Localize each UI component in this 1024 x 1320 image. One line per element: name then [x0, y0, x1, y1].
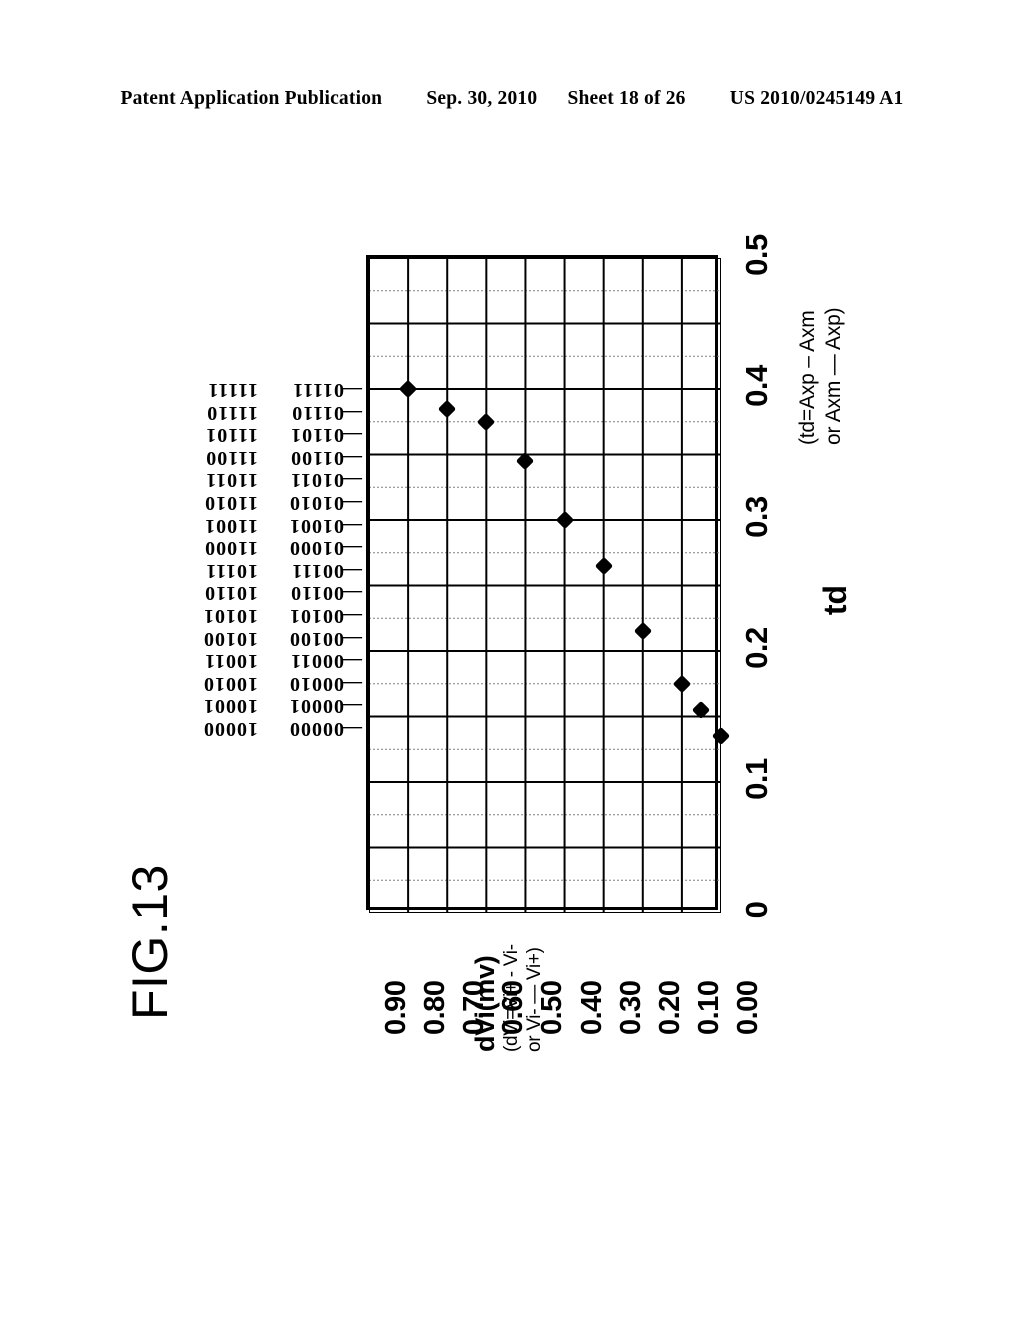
binary-code-a: 11001 — [204, 514, 258, 537]
x-axis-subtitle-line1: (td=Axp – Axm — [796, 310, 819, 445]
binary-code-b: 00100 — [289, 627, 344, 650]
binary-code-a: 10111 — [205, 559, 258, 582]
tick-dash: — — [341, 492, 362, 514]
binary-code-b: 01101 — [290, 424, 344, 447]
x-axis-tick-label: 0.2 — [739, 627, 774, 669]
binary-code-label: —01110 11110 — [150, 402, 362, 424]
binary-code-label: —01100 11100 — [150, 447, 362, 469]
binary-code-label: —00010 10010 — [150, 673, 362, 695]
binary-code-a: 10100 — [203, 627, 258, 650]
binary-code-a: 10000 — [203, 718, 258, 740]
binary-code-label: —00100 10100 — [150, 628, 362, 650]
binary-code-label-group: —0000010000 —0000110001 —0001010010 —000111… — [150, 255, 362, 910]
tick-dash: — — [341, 650, 362, 673]
binary-code-b: 01001 — [289, 514, 344, 537]
binary-code-a: 11110 — [206, 401, 258, 424]
tick-dash: — — [341, 672, 362, 695]
binary-code-b: 00111 — [291, 559, 344, 582]
binary-code-b: 00101 — [289, 605, 344, 627]
x-axis-tick-label: 0.3 — [739, 496, 774, 538]
binary-code-a: 10110 — [204, 582, 258, 605]
y-axis-tick-label: 0.10 — [692, 980, 725, 1035]
tick-dash: — — [341, 514, 362, 537]
binary-code-a: 10001 — [203, 695, 258, 718]
tick-dash: — — [341, 718, 362, 740]
x-axis-tick-label-group: 0 0.1 0.2 0.3 0.4 0.5 — [728, 234, 788, 918]
tick-dash: — — [341, 379, 362, 401]
binary-code-b: 00010 — [289, 672, 344, 695]
binary-code-label: —00110 10110 — [150, 582, 362, 604]
binary-code-a: 11000 — [204, 537, 258, 560]
tick-dash: — — [341, 537, 362, 560]
tick-dash: — — [341, 627, 362, 650]
binary-code-label: —00111 10111 — [150, 560, 362, 582]
binary-code-label: —01101 11101 — [150, 424, 362, 446]
y-axis-tick-label: 0.00 — [732, 980, 764, 1035]
x-axis-tick-label: 0.1 — [739, 758, 774, 800]
y-axis-title-main: dVi(mv) — [470, 955, 500, 1052]
tick-dash: — — [341, 401, 362, 424]
binary-code-label: —00011 10011 — [150, 650, 362, 672]
y-axis-tick-label: 0.90 — [380, 980, 412, 1035]
binary-code-label: —00101 10101 — [150, 605, 362, 627]
binary-code-label: —00001 10001 — [150, 695, 362, 717]
binary-code-a: 11011 — [205, 469, 258, 492]
binary-code-a: 11100 — [205, 446, 258, 469]
y-axis-title: dVi(mv) (dVi=Vi+ - Vi- or Vi- — Vi+) — [470, 872, 610, 1052]
binary-code-b: 01011 — [290, 469, 344, 492]
x-axis-title: td — [800, 580, 870, 620]
binary-code-b: 01000 — [289, 537, 344, 560]
binary-code-b: 00000 — [289, 718, 344, 740]
binary-code-label: —01011 11011 — [150, 469, 362, 491]
binary-code-a: 10101 — [203, 605, 258, 627]
binary-code-label: —00000 10000 — [150, 718, 362, 740]
tick-dash: — — [341, 446, 362, 469]
x-axis-subtitle: (td=Axp – Axm or Axm — Axp) — [795, 215, 855, 445]
y-axis-tick-label: 0.30 — [614, 980, 647, 1035]
x-axis-title-main: td — [817, 584, 853, 616]
y-axis-subtitle-line2: or Vi- — Vi+) — [524, 947, 545, 1052]
y-axis-subtitle-line1: (dVi=Vi+ - Vi- — [501, 944, 522, 1052]
binary-code-a: 11010 — [204, 492, 258, 514]
plot-area — [366, 255, 731, 913]
binary-code-b: 00110 — [290, 582, 344, 605]
y-axis-tick-label: 0.80 — [419, 980, 452, 1035]
tick-dash: — — [341, 582, 362, 605]
binary-code-b: 01110 — [291, 401, 344, 424]
binary-code-b: 01010 — [289, 492, 344, 514]
tick-dash: — — [341, 695, 362, 718]
tick-dash: — — [341, 424, 362, 447]
binary-code-a: 11101 — [205, 424, 258, 447]
x-axis-tick-label: 0.4 — [739, 365, 774, 407]
grid-lines — [369, 258, 721, 913]
tick-dash: — — [341, 559, 362, 582]
binary-code-b: 00011 — [290, 650, 344, 673]
binary-code-label: —01010 11010 — [150, 492, 362, 514]
binary-code-b: 01111 — [292, 379, 344, 401]
x-axis-tick-label: 0.5 — [739, 234, 774, 276]
binary-code-b: 00001 — [289, 695, 344, 718]
binary-code-a: 10011 — [204, 650, 258, 673]
y-axis-tick-label: 0.20 — [653, 980, 686, 1035]
binary-code-label: —01001 11001 — [150, 515, 362, 537]
binary-code-label: —01000 11000 — [150, 537, 362, 559]
x-axis-subtitle-line2: or Axm — Axp) — [822, 307, 845, 445]
x-axis-tick-label: 0 — [739, 901, 774, 919]
binary-code-label: —01111 11111 — [150, 379, 362, 401]
figure-13: FIG.13 —0000010000 —0000110001 —0001010010… — [0, 0, 1024, 1320]
tick-dash: — — [341, 469, 362, 492]
binary-code-b: 01100 — [290, 446, 344, 469]
binary-code-a: 11111 — [207, 379, 258, 401]
binary-code-a: 10010 — [203, 672, 258, 695]
tick-dash: — — [341, 605, 362, 627]
